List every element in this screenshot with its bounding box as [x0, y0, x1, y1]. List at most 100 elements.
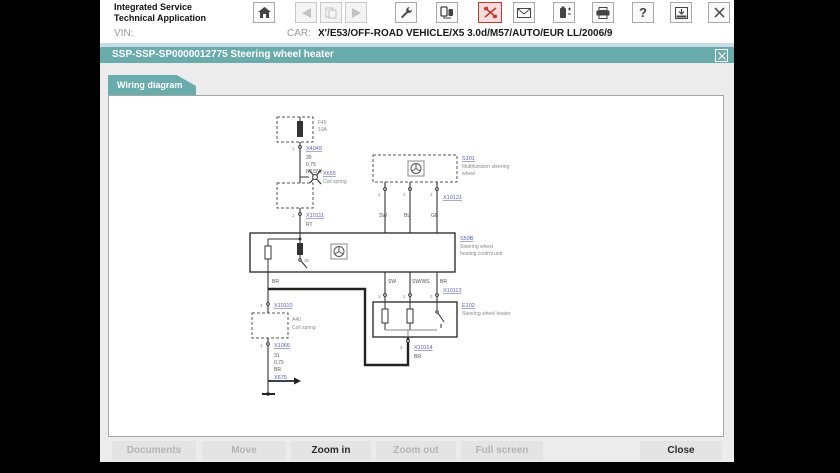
pin-number: 1 — [292, 213, 295, 218]
back-button[interactable] — [295, 2, 317, 23]
app-window: Integrated Service Technical Application — [100, 0, 734, 462]
zoom-out-button[interactable]: Zoom out — [376, 441, 456, 460]
pin-number: 4 — [400, 345, 403, 350]
wire-color: GB — [431, 213, 439, 219]
app-title-line1: Integrated Service — [114, 2, 193, 12]
workshop-button[interactable] — [395, 2, 417, 23]
app-close-button[interactable] — [708, 2, 730, 23]
help-icon: ? — [639, 5, 647, 20]
fuse-ref-label: F45 — [318, 120, 327, 126]
document-title: SSP-SSP-SP0000012775 Steering wheel heat… — [112, 49, 334, 60]
pin — [266, 302, 270, 306]
arrow-ref[interactable]: X675 — [274, 375, 287, 381]
wire-color: RT — [306, 222, 313, 228]
messages-button[interactable] — [513, 2, 535, 23]
pin-number: 1 — [378, 192, 381, 197]
wire-color: BR — [274, 367, 281, 373]
print-button[interactable] — [592, 2, 614, 23]
move-button[interactable]: Move — [202, 441, 286, 460]
printer-icon — [596, 6, 610, 19]
pin-number: 3 — [430, 192, 433, 197]
close-button[interactable]: Close — [640, 441, 722, 460]
pin-number: 2 — [403, 294, 406, 299]
coil-spring-name: Coil spring — [292, 325, 316, 331]
wrench-icon — [400, 6, 413, 19]
pin-number: 1 — [292, 146, 295, 151]
documents-button[interactable]: Documents — [112, 441, 196, 460]
tab-wiring-diagram[interactable]: Wiring diagram — [108, 75, 196, 95]
zoom-in-button[interactable]: Zoom in — [291, 441, 371, 460]
tray-icon — [674, 6, 688, 19]
pin-number: 3 — [430, 294, 433, 299]
devices-icon — [440, 6, 454, 19]
splice-ref[interactable]: X655 — [323, 171, 336, 177]
measurement-button[interactable] — [478, 2, 502, 23]
pin — [266, 342, 270, 346]
wire-color: BR — [272, 279, 279, 285]
devices-button[interactable] — [436, 2, 458, 23]
pin — [435, 187, 439, 191]
battery-icon — [558, 6, 571, 19]
connector-label[interactable]: X10114 — [414, 345, 433, 351]
ground-terminal — [262, 392, 275, 396]
forward-button[interactable] — [345, 2, 367, 23]
heater-ref[interactable]: E102 — [462, 303, 475, 309]
coil-spring-box — [251, 312, 289, 339]
pin — [408, 293, 412, 297]
pin-number: 1 — [260, 343, 263, 348]
pin-number: 4 — [260, 303, 263, 308]
pin-number: 1 — [378, 294, 381, 299]
envelope-icon — [517, 7, 531, 18]
wire-gauge: 0,75 — [306, 162, 316, 168]
coil-spring-upper-box — [276, 182, 314, 209]
pin — [298, 145, 302, 149]
control-unit-box: 30 — [249, 232, 456, 273]
help-button[interactable]: ? — [632, 2, 654, 23]
pin — [408, 187, 412, 191]
forward-icon — [351, 7, 361, 18]
battery-button[interactable] — [553, 2, 575, 23]
tab-label: Wiring diagram — [117, 80, 183, 90]
connector-label[interactable]: X10111 — [306, 213, 324, 219]
wire-color: SW/WS — [412, 279, 430, 285]
home-button[interactable] — [253, 2, 275, 23]
home-icon — [257, 6, 271, 19]
pin — [298, 212, 302, 216]
wire-color: BL — [404, 213, 410, 219]
pages-icon — [325, 7, 337, 19]
measurement-icon — [483, 6, 498, 19]
close-icon — [717, 47, 726, 65]
full-screen-button[interactable]: Full screen — [461, 441, 543, 460]
fuse-amp-label: 10A — [318, 127, 328, 133]
wire-circuit: 31 — [274, 353, 280, 359]
wiring-diagram: F45 10A 1 X4049 30 0,75 RT/SW X655 Coil … — [249, 116, 511, 396]
control-unit-ref[interactable]: S50B — [460, 236, 474, 242]
wiring-diagram-panel: F45 10A 1 X4049 30 0,75 RT/SW X655 Coil … — [108, 95, 724, 437]
heater-box — [372, 301, 458, 338]
connector-label[interactable]: X1066 — [274, 343, 290, 349]
multifunction-steering-wheel-box — [372, 154, 458, 183]
bottom-button-bar: Documents Move Zoom in Zoom out Full scr… — [100, 438, 734, 462]
mfl-name-1: Multifunction steering — [462, 164, 509, 170]
close-icon — [713, 7, 725, 18]
document-close-button[interactable] — [715, 49, 728, 62]
tray-button[interactable] — [670, 2, 692, 23]
fuse-box: F45 10A — [276, 116, 328, 143]
heater-name: Steering wheel heater — [462, 311, 511, 317]
control-unit-name-2: heating control unit — [460, 251, 503, 257]
pin-number: 2 — [403, 192, 406, 197]
car-value: X'/E53/OFF-ROAD VEHICLE/X5 3.0d/M57/AUTO… — [318, 28, 613, 39]
connector-label[interactable]: X10110 — [274, 303, 293, 309]
terminal-label: 30 — [304, 258, 310, 263]
car-label: CAR: — [287, 28, 311, 39]
mfl-ref[interactable]: S101 — [462, 156, 475, 162]
wire-color: BR — [414, 354, 421, 360]
connector-label[interactable]: X10113 — [443, 288, 462, 294]
app-title-line2: Technical Application — [114, 13, 207, 23]
pages-button[interactable] — [320, 2, 342, 23]
content-area: Wiring diagram F45 10A 1 X4049 30 0,75 R… — [100, 63, 734, 462]
back-icon — [301, 7, 311, 18]
connector-label[interactable]: X10121 — [443, 195, 462, 201]
connector-label[interactable]: X4049 — [306, 146, 322, 152]
control-unit-name-1: Steering wheel — [460, 244, 493, 250]
